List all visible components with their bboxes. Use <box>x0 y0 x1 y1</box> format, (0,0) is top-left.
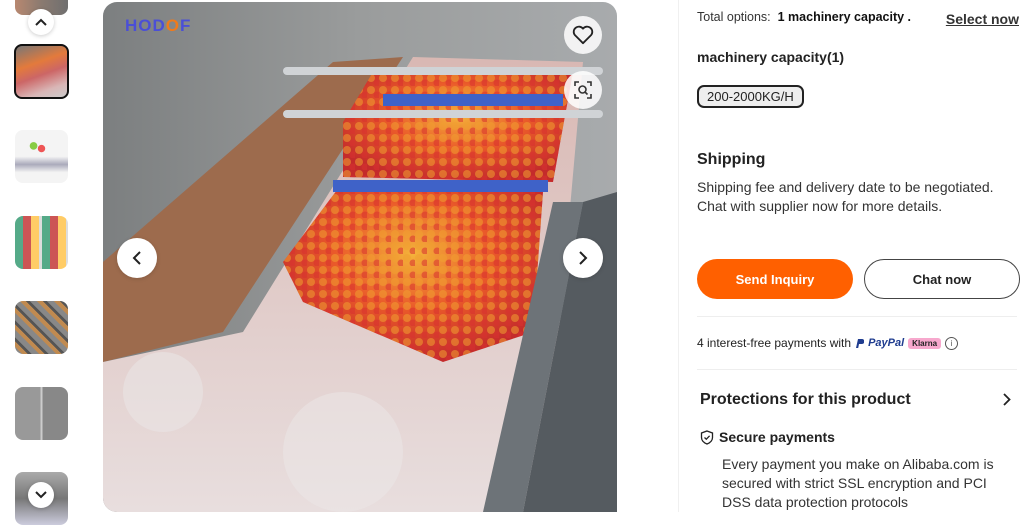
select-now-link[interactable]: Select now <box>946 11 1019 27</box>
product-info-panel: Total options: 1 machinery capacity . Se… <box>678 0 1024 512</box>
previous-image-button[interactable] <box>117 238 157 278</box>
next-image-button[interactable] <box>563 238 603 278</box>
thumbnail-3[interactable] <box>15 216 68 269</box>
protections-title[interactable]: Protections for this product <box>700 391 911 409</box>
brand-watermark: HODOF <box>125 16 192 35</box>
shipping-title: Shipping <box>697 151 766 168</box>
send-inquiry-button[interactable]: Send Inquiry <box>697 259 853 299</box>
thumbnail-scroll-down-button[interactable] <box>28 482 54 508</box>
total-options: Total options: 1 machinery capacity . <box>697 10 911 24</box>
payments-text: 4 interest-free payments with <box>697 336 852 350</box>
paypal-logo-icon <box>856 338 865 348</box>
thumbnail-4[interactable] <box>15 301 68 354</box>
favorite-button[interactable] <box>564 16 602 54</box>
total-options-label: Total options: <box>697 10 771 24</box>
payment-options: 4 interest-free payments with PayPal Kla… <box>697 336 959 350</box>
shipping-text: Shipping fee and delivery date to be neg… <box>697 179 994 214</box>
chevron-right-icon[interactable] <box>1003 391 1011 411</box>
image-search-button[interactable] <box>564 71 602 109</box>
shield-check-icon <box>700 429 714 445</box>
image-search-icon <box>574 81 592 99</box>
main-product-image[interactable]: HODOF <box>103 2 617 512</box>
capacity-title: machinery capacity(1) <box>697 49 845 65</box>
thumbnail-5[interactable] <box>15 387 68 440</box>
divider <box>697 369 1017 370</box>
secure-payments-heading: Secure payments <box>700 429 835 445</box>
divider <box>697 316 1017 317</box>
thumbnail-scroll-up-button[interactable] <box>28 9 54 35</box>
chevron-down-icon <box>35 491 47 499</box>
secure-payments-text: Every payment you make on Alibaba.com is… <box>722 456 994 510</box>
klarna-badge: Klarna <box>908 337 942 349</box>
heart-icon <box>572 25 594 45</box>
total-options-value: 1 machinery capacity . <box>777 10 912 24</box>
thumbnail-gallery <box>0 0 90 525</box>
product-photo <box>103 2 617 512</box>
chevron-left-icon <box>132 251 141 265</box>
chat-now-button[interactable]: Chat now <box>864 259 1020 299</box>
thumbnail-2[interactable] <box>15 130 68 183</box>
chevron-up-icon <box>35 18 47 26</box>
capacity-option-chip[interactable]: 200-2000KG/H <box>697 85 804 108</box>
chevron-right-icon <box>579 251 588 265</box>
paypal-label: PayPal <box>868 337 905 349</box>
info-icon[interactable]: i <box>945 336 959 350</box>
thumbnail-1[interactable] <box>14 44 69 99</box>
secure-payments-title: Secure payments <box>719 429 835 445</box>
